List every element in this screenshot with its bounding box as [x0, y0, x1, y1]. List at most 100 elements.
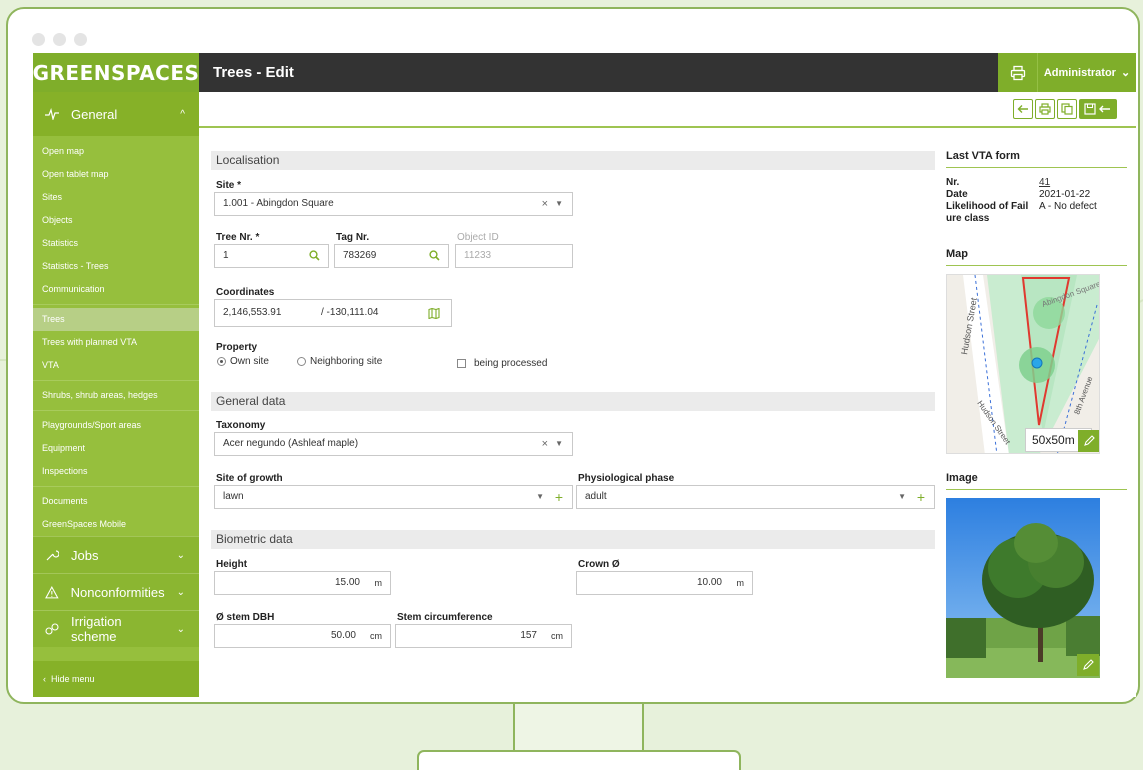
- clear-icon[interactable]: ×: [542, 433, 548, 455]
- map-edit-button[interactable]: [1078, 430, 1099, 452]
- copy-button[interactable]: [1057, 99, 1077, 119]
- monitor-stand-neck: [513, 704, 644, 752]
- sidebar-group-jobs[interactable]: Jobs ⌄: [33, 536, 199, 573]
- hide-menu-button[interactable]: ‹ Hide menu: [33, 661, 199, 697]
- sidebar-item-shrubs[interactable]: Shrubs, shrub areas, hedges: [33, 384, 199, 407]
- stem-circumference-label: Stem circumference: [397, 612, 493, 623]
- print-button[interactable]: [1035, 99, 1055, 119]
- sidebar-item-open-map[interactable]: Open map: [33, 140, 199, 163]
- site-of-growth-label: Site of growth: [216, 473, 283, 484]
- sidebar-item-objects[interactable]: Objects: [33, 209, 199, 232]
- chevron-left-icon: ‹: [43, 674, 46, 684]
- sidebar-group-irrigation[interactable]: Irrigation scheme ⌄: [33, 610, 199, 647]
- site-value: 1.001 - Abingdon Square: [223, 198, 334, 209]
- sidebar-item-statistics[interactable]: Statistics: [33, 232, 199, 255]
- copy-icon: [1061, 103, 1073, 115]
- site-select[interactable]: 1.001 - Abingdon Square × ▼: [214, 192, 573, 216]
- vta-date-label: Date: [946, 189, 968, 200]
- user-menu[interactable]: Administrator ⌄: [1038, 53, 1136, 92]
- sidebar-item-vta[interactable]: VTA: [33, 354, 199, 377]
- back-button[interactable]: [1013, 99, 1033, 119]
- radio-icon: [217, 357, 226, 366]
- stem-circumference-unit: cm: [551, 631, 563, 641]
- sidebar-item-open-tablet-map[interactable]: Open tablet map: [33, 163, 199, 186]
- sidebar-item-communication[interactable]: Communication: [33, 278, 199, 301]
- crown-value: 10.00: [696, 577, 722, 588]
- site-of-growth-select[interactable]: lawn ▼ +: [214, 485, 573, 509]
- being-processed-checkbox[interactable]: being processed: [457, 358, 547, 369]
- page-title: Trees - Edit: [199, 53, 998, 92]
- app-logo[interactable]: GREENSPACES: [33, 53, 199, 92]
- sidebar: General ^ Open map Open tablet map Sites…: [33, 92, 199, 697]
- tree-nr-input[interactable]: 1: [214, 244, 329, 268]
- save-and-back-button[interactable]: [1079, 99, 1117, 119]
- map-icon[interactable]: [428, 308, 440, 319]
- dbh-input[interactable]: 50.00 cm: [214, 624, 391, 648]
- user-name: Administrator: [1043, 66, 1116, 79]
- height-input[interactable]: 15.00 m: [214, 571, 391, 595]
- crown-input[interactable]: 10.00 m: [576, 571, 753, 595]
- radio-own-site[interactable]: Own site: [217, 356, 269, 367]
- height-unit: m: [374, 578, 383, 588]
- print-icon[interactable]: [998, 53, 1038, 92]
- sidebar-item-equipment[interactable]: Equipment: [33, 437, 199, 460]
- arrow-left-icon: [1017, 105, 1028, 113]
- add-icon[interactable]: +: [555, 486, 563, 508]
- section-general-data: General data: [211, 392, 935, 411]
- object-id-field: 11233: [455, 244, 573, 268]
- caret-down-icon[interactable]: ▼: [898, 486, 906, 508]
- vta-fail-label: Likelihood of Fail: [946, 201, 1029, 212]
- sidebar-item-trees[interactable]: Trees: [33, 308, 199, 331]
- map-view[interactable]: Hudson Street Hudson Street 8th Avenue A…: [946, 274, 1100, 454]
- neighboring-site-label: Neighboring site: [310, 356, 383, 367]
- site-label: Site *: [216, 180, 242, 191]
- sidebar-item-trees-planned-vta[interactable]: Trees with planned VTA: [33, 331, 199, 354]
- coordinates-field[interactable]: 2,146,553.91 / -130,111.04: [214, 299, 452, 327]
- tag-nr-value: 783269: [343, 250, 377, 261]
- tree-nr-value: 1: [223, 250, 229, 261]
- sidebar-divider: [33, 486, 199, 487]
- sidebar-group-label: Nonconformities: [70, 584, 165, 600]
- radio-icon: [297, 357, 306, 366]
- chevron-down-icon: ⌄: [176, 623, 185, 635]
- taxonomy-select[interactable]: Acer negundo (Ashleaf maple) × ▼: [214, 432, 573, 456]
- wrench-icon: [46, 550, 59, 561]
- warning-icon: [45, 585, 59, 598]
- search-icon[interactable]: [309, 250, 320, 261]
- chevron-down-icon: ⌄: [1120, 67, 1131, 79]
- printer-icon: [1039, 103, 1051, 115]
- sidebar-item-greenspaces-mobile[interactable]: GreenSpaces Mobile: [33, 513, 199, 536]
- add-icon[interactable]: +: [917, 486, 925, 508]
- map-zoom-value: 50x50m: [1032, 433, 1075, 447]
- tree-photo: [946, 498, 1100, 678]
- radio-neighboring-site[interactable]: Neighboring site: [297, 356, 382, 367]
- image-title: Image: [946, 472, 1127, 490]
- site-of-growth-value: lawn: [223, 491, 244, 502]
- image-edit-button[interactable]: [1077, 654, 1099, 676]
- sidebar-item-sites[interactable]: Sites: [33, 186, 199, 209]
- sidebar-item-inspections[interactable]: Inspections: [33, 460, 199, 483]
- clear-icon[interactable]: ×: [542, 193, 548, 215]
- vta-date-value: 2021-01-22: [1039, 189, 1091, 200]
- stem-circumference-input[interactable]: 157 cm: [395, 624, 572, 648]
- vta-nr-link[interactable]: 41: [1039, 177, 1050, 188]
- coordinate-y: / -130,111.04: [321, 307, 379, 318]
- sidebar-group-nonconformities[interactable]: Nonconformities ⌄: [33, 573, 199, 610]
- caret-down-icon[interactable]: ▼: [555, 433, 563, 455]
- sidebar-group-general[interactable]: General ^: [33, 92, 199, 136]
- sidebar-item-documents[interactable]: Documents: [33, 490, 199, 513]
- sidebar-item-playgrounds[interactable]: Playgrounds/Sport areas: [33, 414, 199, 437]
- search-icon[interactable]: [429, 250, 440, 261]
- physiological-phase-select[interactable]: adult ▼ +: [576, 485, 935, 509]
- app-window: GREENSPACES Trees - Edit Administrator ⌄…: [33, 53, 1136, 697]
- taxonomy-value: Acer negundo (Ashleaf maple): [223, 438, 359, 449]
- tag-nr-input[interactable]: 783269: [334, 244, 449, 268]
- dbh-value: 50.00: [330, 630, 356, 641]
- sidebar-item-statistics-trees[interactable]: Statistics - Trees: [33, 255, 199, 278]
- property-label: Property: [216, 342, 258, 353]
- save-back-icon: [1084, 103, 1110, 115]
- chevron-up-icon: ^: [180, 108, 185, 120]
- sidebar-divider: [33, 410, 199, 411]
- caret-down-icon[interactable]: ▼: [555, 193, 563, 215]
- caret-down-icon[interactable]: ▼: [536, 486, 544, 508]
